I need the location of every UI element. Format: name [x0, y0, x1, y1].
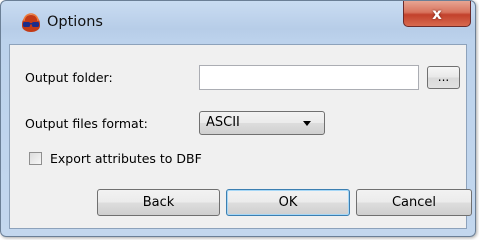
format-dropdown[interactable]: ASCII: [199, 111, 325, 135]
output-folder-label: Output folder:: [25, 70, 113, 85]
output-folder-input[interactable]: [199, 65, 419, 90]
close-button[interactable]: x: [403, 1, 471, 27]
back-button[interactable]: Back: [97, 189, 220, 216]
ok-button-label: OK: [278, 195, 298, 210]
back-button-label: Back: [142, 195, 175, 210]
dropdown-arrow-icon: [303, 121, 311, 126]
cancel-button-label: Cancel: [391, 195, 437, 210]
format-selected-value: ASCII: [206, 115, 240, 130]
close-icon: x: [432, 4, 442, 23]
cancel-button[interactable]: Cancel: [356, 189, 472, 216]
window-title: Options: [47, 14, 103, 30]
export-dbf-label[interactable]: Export attributes to DBF: [50, 150, 202, 168]
browse-button-label: ...: [437, 70, 450, 84]
app-icon: [21, 12, 41, 32]
title-bar[interactable]: Options x: [1, 1, 475, 43]
options-dialog: Options x Output folder: ... Output file…: [0, 0, 476, 237]
ok-button[interactable]: OK: [226, 189, 350, 216]
dialog-body: Output folder: ... Output files format: …: [9, 44, 472, 229]
browse-button[interactable]: ...: [427, 66, 460, 89]
export-dbf-checkbox[interactable]: [29, 152, 42, 165]
format-label: Output files format:: [25, 116, 148, 131]
